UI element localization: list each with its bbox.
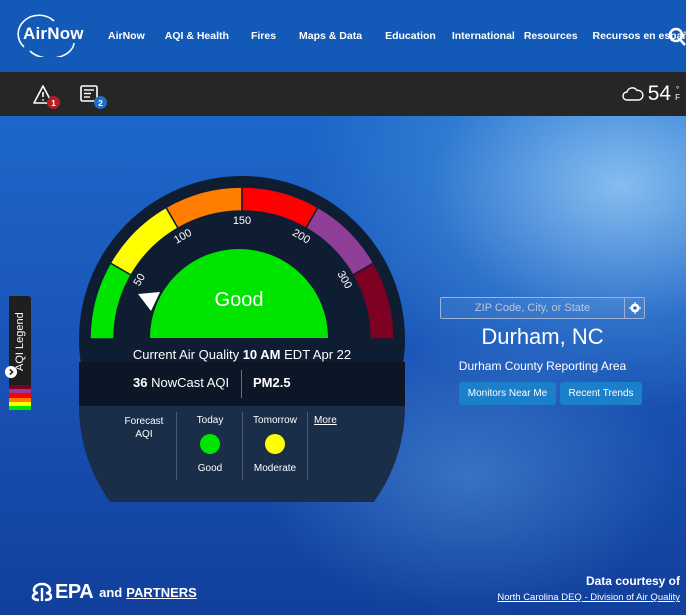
forecast-more-link[interactable]: More [314,415,337,426]
forecast-tomorrow[interactable]: Tomorrow Moderate [243,415,307,474]
current-time: 10 AM [242,347,281,362]
current-date: EDT Apr 22 [284,347,352,362]
epa-partners: EPA and PARTNERS [31,580,197,604]
search-icon[interactable] [668,27,686,47]
location-search-input[interactable] [441,298,624,318]
epa-logo-text: EPA [55,580,94,603]
forecast-category: Moderate [253,463,297,474]
forecast-day-label: Tomorrow [253,415,297,426]
nav-resources[interactable]: Resources [524,30,578,42]
nav-maps-data[interactable]: Maps & Data [299,30,362,42]
location-city: Durham, NC [481,324,604,349]
current-air-quality-label: Current Air Quality [132,347,240,362]
nav-education[interactable]: Education [385,30,436,42]
forecast-today-dot [200,434,220,454]
nowcast-aqi: 36 NowCast AQI [133,375,237,390]
forecast-tomorrow-dot [265,434,285,454]
legend-color-stripe [9,405,31,411]
nav-fires[interactable]: Fires [251,30,276,42]
reporting-area: Durham County Reporting Area [458,359,627,373]
divider [307,412,308,480]
forecast-label-line1: Forecast [124,416,164,427]
aqi-label: NowCast AQI [151,375,230,390]
nav-links: AirNow AQI & Health Fires Maps & Data Ed… [108,0,686,72]
partners-link[interactable]: PARTNERS [126,585,197,600]
current-air-quality-line: Current Air Quality 10 AM EDT Apr 22 [94,347,390,362]
forecast-category: Good [197,463,223,474]
nav-airnow[interactable]: AirNow [108,30,145,42]
epa-logo-icon [31,582,53,602]
nav-international[interactable]: International [452,30,515,42]
data-courtesy-label: Data courtesy of [585,574,680,588]
forecast-aqi-label: Forecast AQI [121,415,167,441]
divider [176,412,177,480]
temperature-unit: ° F [675,86,680,102]
monitors-near-me-button[interactable]: Monitors Near Me [459,382,556,405]
divider [241,370,242,398]
current-aqi-band [79,362,405,406]
locate-button[interactable] [624,298,645,318]
alerts-count-badge: 1 [47,96,60,109]
aqi-value: 36 [133,375,148,390]
pollutant: PM2.5 [253,375,291,390]
cloud-icon [622,87,644,101]
forecast-today[interactable]: Today Good [178,415,242,474]
forecast-label-line2: AQI [135,429,153,440]
and-text: and [99,584,123,600]
chevron-right-icon [5,366,17,378]
forecast-count-badge: 2 [94,96,107,109]
gauge-tick-label: 150 [233,215,251,227]
locate-icon [629,302,641,314]
location-search [440,297,645,319]
top-navigation: AirNow AirNow AQI & Health Fires Maps & … [0,0,686,72]
unit-letter: F [675,93,680,102]
logo-text: AirNow [23,24,84,43]
aqi-legend-color-scale [9,385,31,411]
forecast-day-label: Today [196,415,224,426]
temperature: 54 [647,82,672,105]
nav-aqi-health[interactable]: AQI & Health [165,30,229,42]
recent-trends-button[interactable]: Recent Trends [560,382,642,405]
airnow-logo[interactable]: AirNow [14,13,84,59]
weather-widget[interactable]: 54 ° F [622,80,680,108]
data-courtesy-link[interactable]: North Carolina DEQ - Division of Air Qua… [497,592,680,603]
current-aqi-category: Good [214,289,264,311]
